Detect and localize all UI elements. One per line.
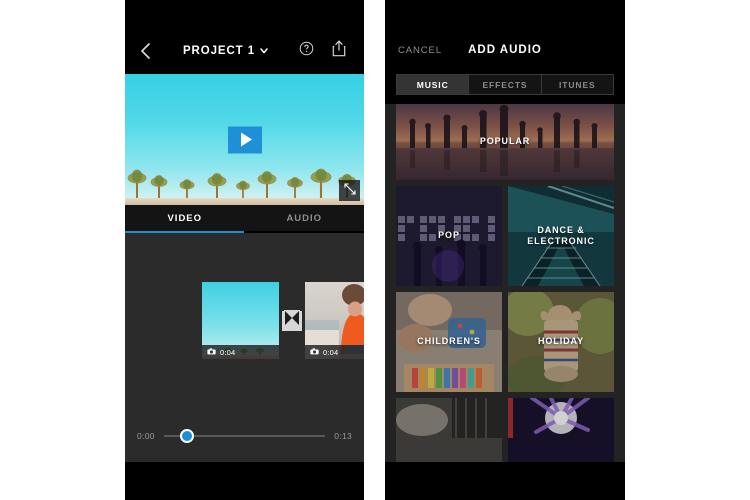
tile-scrim bbox=[396, 398, 502, 462]
audio-bottom-bar bbox=[385, 462, 625, 500]
camera-icon bbox=[207, 347, 216, 357]
cross-dissolve-transition-icon bbox=[284, 310, 300, 331]
editor-bottom-bar bbox=[125, 462, 364, 500]
timeline-panel[interactable]: 0:04 0:04 0:00 0:13 bbox=[125, 233, 364, 500]
clip-strip: 0:04 0:04 bbox=[202, 282, 364, 359]
camera-icon bbox=[310, 347, 319, 357]
screenshot-stage: PROJECT 1 VIDEO AUDIO 0:04 0:04 0:00 0:1… bbox=[0, 0, 750, 500]
clip-transition-button[interactable] bbox=[282, 310, 302, 331]
clip-duration-text: 0:04 bbox=[323, 347, 339, 357]
category-tile-holiday[interactable]: HOLIDAY bbox=[508, 292, 614, 392]
audio-picker-header: ADD AUDIO CANCEL bbox=[385, 28, 625, 72]
timeline-clip[interactable]: 0:04 bbox=[202, 282, 279, 359]
category-label: HOLIDAY bbox=[538, 336, 584, 347]
share-upload-icon bbox=[332, 40, 346, 62]
cancel-button[interactable]: CANCEL bbox=[398, 45, 442, 56]
category-label: POP bbox=[438, 230, 460, 241]
tab-video-label: VIDEO bbox=[167, 212, 203, 224]
clip-duration-badge: 0:04 bbox=[305, 345, 364, 359]
category-label: POPULAR bbox=[479, 136, 531, 147]
playback-scrubber: 0:00 0:13 bbox=[125, 429, 364, 443]
chevron-down-icon bbox=[260, 45, 268, 57]
question-circle-icon bbox=[299, 41, 314, 61]
tab-video[interactable]: VIDEO bbox=[125, 205, 245, 231]
segment-effects[interactable]: EFFECTS bbox=[469, 75, 542, 94]
editor-header: PROJECT 1 bbox=[125, 28, 364, 74]
help-button[interactable] bbox=[296, 40, 316, 62]
tab-audio-label: AUDIO bbox=[286, 212, 323, 224]
tile-scrim bbox=[508, 398, 614, 462]
category-row: POP DANCE & ELECTRONIC bbox=[396, 186, 614, 286]
category-tile-popular[interactable]: POPULAR bbox=[396, 104, 614, 180]
phone-add-audio-screen: ADD AUDIO CANCEL MUSIC EFFECTS ITUNES PO… bbox=[385, 0, 625, 500]
segment-music[interactable]: MUSIC bbox=[397, 75, 470, 94]
scrubber-track[interactable] bbox=[163, 429, 326, 443]
project-title-button[interactable]: PROJECT 1 bbox=[155, 45, 296, 57]
video-preview[interactable] bbox=[125, 74, 364, 205]
clip-duration-badge: 0:04 bbox=[202, 345, 279, 359]
segment-itunes[interactable]: ITUNES bbox=[541, 75, 613, 94]
category-label: DANCE & ELECTRONIC bbox=[527, 224, 595, 246]
preview-horizon bbox=[125, 198, 364, 205]
expand-fullscreen-button[interactable] bbox=[339, 180, 360, 201]
category-tile-partial-right[interactable] bbox=[508, 398, 614, 462]
category-row: CHILDREN'S HOLIDAY bbox=[396, 292, 614, 392]
category-label: CHILDREN'S bbox=[417, 336, 481, 347]
category-tile-dance-electronic[interactable]: DANCE & ELECTRONIC bbox=[508, 186, 614, 286]
phone-editor-screen: PROJECT 1 VIDEO AUDIO 0:04 0:04 0:00 0:1… bbox=[125, 0, 364, 500]
editor-tabs: VIDEO AUDIO bbox=[125, 205, 364, 231]
header-actions bbox=[296, 40, 364, 62]
category-tile-pop[interactable]: POP bbox=[396, 186, 502, 286]
play-icon bbox=[240, 132, 252, 147]
tab-audio[interactable]: AUDIO bbox=[245, 205, 365, 231]
scrubber-end-time: 0:13 bbox=[334, 431, 352, 441]
clip-duration-text: 0:04 bbox=[220, 347, 236, 357]
category-tile-partial-left[interactable] bbox=[396, 398, 502, 462]
chevron-left-icon bbox=[140, 42, 151, 60]
expand-fullscreen-icon bbox=[343, 182, 356, 200]
category-tile-childrens[interactable]: CHILDREN'S bbox=[396, 292, 502, 392]
timeline-clip[interactable]: 0:04 bbox=[305, 282, 364, 359]
play-button[interactable] bbox=[227, 126, 262, 153]
scrubber-start-time: 0:00 bbox=[137, 431, 155, 441]
audio-source-segmented-control: MUSIC EFFECTS ITUNES bbox=[396, 74, 614, 95]
music-category-grid[interactable]: POPULAR POP DANCE & ELECTRONIC CHILDREN'… bbox=[385, 104, 625, 462]
share-button[interactable] bbox=[329, 40, 349, 62]
scrubber-playhead[interactable] bbox=[179, 429, 194, 443]
category-row bbox=[396, 398, 614, 462]
project-title-label: PROJECT 1 bbox=[182, 45, 255, 57]
